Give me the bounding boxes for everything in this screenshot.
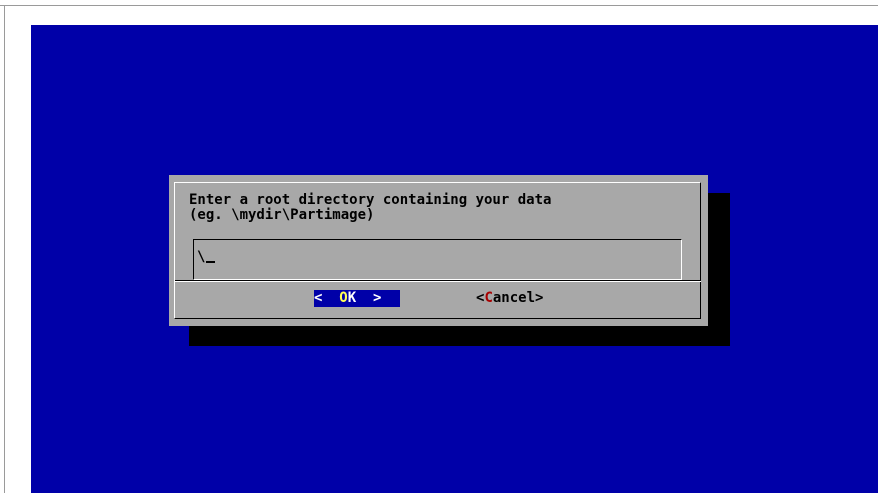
ok-button-hotkey: O (339, 290, 348, 306)
ok-button-close-bracket: > (373, 290, 382, 306)
directory-input-box[interactable]: \ (193, 239, 682, 280)
prompt-line-2: (eg. \mydir\Partimage) (189, 207, 375, 223)
console-screen: Enter a root directory containing your d… (31, 25, 878, 493)
directory-input-value: \ (197, 249, 206, 265)
frame-left-border (4, 5, 5, 493)
dialog-prompt: Enter a root directory containing your d… (189, 193, 551, 223)
cancel-button-label: ancel (492, 290, 536, 306)
ok-button-label: K (347, 290, 357, 306)
cancel-button-close-bracket: > (535, 290, 544, 306)
frame-top-border (0, 5, 878, 6)
button-separator (175, 281, 701, 282)
text-cursor (206, 261, 216, 263)
prompt-line-1: Enter a root directory containing your d… (189, 192, 552, 208)
ok-button-open-bracket: < (314, 290, 323, 306)
cancel-button-hotkey: C (484, 290, 493, 306)
window-frame: Enter a root directory containing your d… (0, 0, 878, 493)
ok-button[interactable]: < OK > (314, 290, 400, 307)
directory-input[interactable]: \ (197, 249, 216, 265)
input-dialog: Enter a root directory containing your d… (169, 175, 708, 326)
cancel-button[interactable]: <Cancel> (476, 290, 543, 307)
